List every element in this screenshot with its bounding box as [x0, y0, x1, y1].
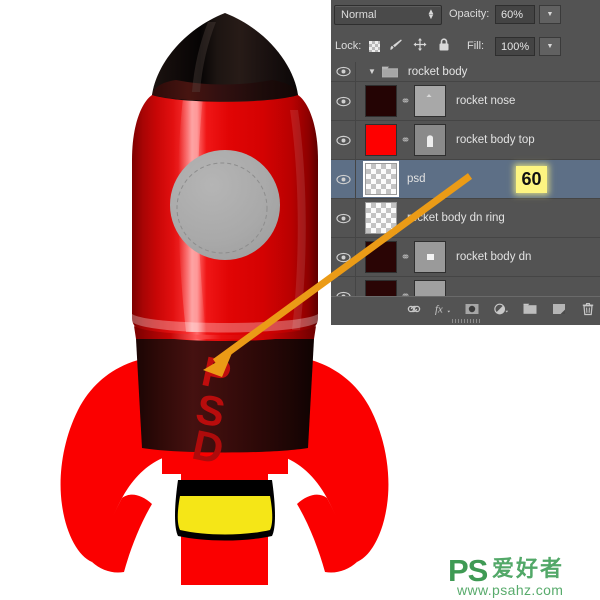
layers-panel-header: Normal ▲▼ Opacity: 60% ▼ Lock:	[331, 0, 600, 62]
layer-mask-thumbnail[interactable]	[414, 241, 446, 273]
layer-thumbnails[interactable]: ⚭	[356, 124, 446, 156]
watermark-url: www.psahz.com	[457, 582, 563, 598]
fill-input[interactable]: 100%	[495, 37, 535, 56]
layer-row[interactable]: ⚭ rocket nose	[331, 82, 600, 121]
opacity-input[interactable]: 60%	[495, 5, 535, 24]
lock-icon-group	[369, 36, 452, 53]
link-icon[interactable]: ⚭	[399, 133, 412, 147]
new-group-icon[interactable]	[522, 301, 538, 317]
annotation-badge-opacity: 60	[516, 166, 547, 193]
layers-panel-toolbar: fx	[331, 296, 600, 325]
watermark: PS 爱好者 www.psahz.com	[448, 556, 596, 596]
fx-icon[interactable]: fx	[435, 301, 451, 317]
layer-mask-thumbnail[interactable]	[414, 85, 446, 117]
layer-thumbnail[interactable]	[365, 85, 397, 117]
lock-label: Lock:	[335, 40, 361, 52]
layer-list[interactable]: ▼ rocket body ⚭	[331, 62, 600, 297]
layer-group-rocket-body[interactable]: ▼ rocket body	[331, 62, 600, 82]
svg-text:fx: fx	[435, 305, 443, 316]
layer-name: rocket body top	[446, 134, 535, 146]
layer-thumbnail[interactable]	[365, 163, 397, 195]
layer-name: rocket body dn	[446, 251, 531, 263]
layer-row[interactable]: ⚭ rocket body dn	[331, 238, 600, 277]
layer-thumbnails[interactable]: ⚭	[356, 280, 446, 297]
blend-mode-select[interactable]: Normal ▲▼	[334, 5, 442, 25]
layer-row[interactable]: ⚭ rocket body top	[331, 121, 600, 160]
eye-icon	[336, 66, 351, 77]
layer-thumbnails[interactable]: ⚭	[356, 85, 446, 117]
link-icon[interactable]: ⚭	[399, 250, 412, 264]
link-icon[interactable]: ⚭	[399, 94, 412, 108]
stepper-icon[interactable]: ▲▼	[424, 10, 438, 20]
layer-action-icons: fx	[406, 297, 596, 321]
eye-icon	[336, 174, 351, 185]
layer-visibility-toggle[interactable]	[331, 238, 356, 276]
layer-thumbnails[interactable]	[356, 163, 397, 195]
lock-row: Lock: Fill: 100%	[331, 31, 600, 61]
lock-all-icon[interactable]	[436, 36, 452, 53]
layer-visibility-toggle[interactable]	[331, 277, 356, 297]
move-icon[interactable]	[412, 36, 428, 53]
layer-name: psd	[397, 173, 426, 185]
delete-layer-icon[interactable]	[580, 301, 596, 317]
panel-resize-grip[interactable]	[452, 319, 480, 323]
layer-thumbnails[interactable]	[356, 202, 397, 234]
fill-dropdown-arrow-icon[interactable]: ▼	[539, 37, 561, 56]
transparency-checker-icon[interactable]	[369, 41, 380, 52]
opacity-dropdown-arrow-icon[interactable]: ▼	[539, 5, 561, 24]
rocket-window	[170, 150, 280, 260]
layer-thumbnails[interactable]: ⚭	[356, 241, 446, 273]
layer-mask-thumbnail[interactable]	[414, 124, 446, 156]
nozzle-yellow-band	[178, 496, 273, 535]
eye-icon	[336, 135, 351, 146]
folder-icon	[381, 65, 399, 79]
layer-name: rocket nose	[446, 95, 515, 107]
layer-visibility-toggle[interactable]	[331, 121, 356, 159]
layer-row[interactable]: ⚭	[331, 277, 600, 297]
blend-mode-row: Normal ▲▼ Opacity: 60% ▼	[331, 0, 600, 30]
layer-thumbnail[interactable]	[365, 124, 397, 156]
watermark-chinese-text: 爱好者	[492, 557, 564, 583]
brush-icon[interactable]	[388, 36, 404, 53]
fill-label: Fill:	[467, 40, 484, 52]
layer-thumbnail[interactable]	[365, 202, 397, 234]
layer-row[interactable]: rocket body dn ring	[331, 199, 600, 238]
triangle-down-icon[interactable]: ▼	[368, 67, 376, 76]
layer-thumbnail[interactable]	[365, 280, 397, 297]
opacity-label: Opacity:	[449, 8, 489, 20]
screenshot-canvas: P S D Normal ▲▼ Opacit	[0, 0, 600, 600]
layer-visibility-toggle[interactable]	[331, 160, 356, 198]
layer-row[interactable]: psd	[331, 160, 600, 199]
eye-icon	[336, 213, 351, 224]
layer-group-label: rocket body	[399, 66, 467, 78]
link-layers-icon[interactable]	[406, 301, 422, 317]
group-visibility-toggle[interactable]	[331, 62, 356, 81]
layer-name: rocket body dn ring	[397, 212, 505, 224]
eye-icon	[336, 252, 351, 263]
layer-visibility-toggle[interactable]	[331, 199, 356, 237]
new-layer-icon[interactable]	[551, 301, 567, 317]
layer-visibility-toggle[interactable]	[331, 82, 356, 120]
adjustment-layer-icon[interactable]	[493, 301, 509, 317]
photoshop-layers-panel: Normal ▲▼ Opacity: 60% ▼ Lock:	[331, 0, 600, 325]
layer-thumbnail[interactable]	[365, 241, 397, 273]
blend-mode-value: Normal	[335, 9, 424, 21]
layer-mask-thumbnail[interactable]	[414, 280, 446, 297]
add-mask-icon[interactable]	[464, 301, 480, 317]
eye-icon	[336, 96, 351, 107]
